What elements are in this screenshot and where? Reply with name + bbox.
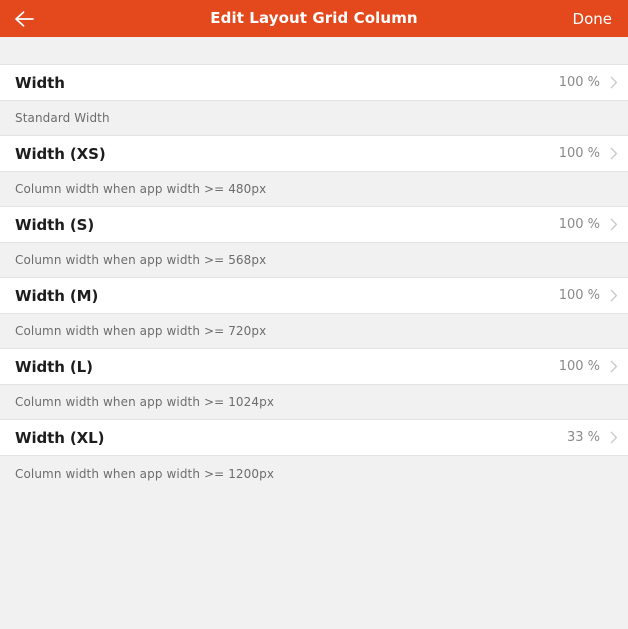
chevron-right-icon [609,431,618,445]
done-button[interactable]: Done [571,8,614,30]
chevron-right-icon [609,147,618,161]
setting-description: Column width when app width >= 1200px [0,456,628,491]
setting-label: Width (S) [15,215,95,234]
setting-description-text: Column width when app width >= 568px [15,253,267,267]
setting-description: Column width when app width >= 1024px [0,385,628,420]
setting-description-text: Standard Width [15,111,110,125]
setting-description-text: Column width when app width >= 480px [15,182,267,196]
setting-row-width[interactable]: Width 100 % [0,65,628,101]
setting-description: Standard Width [0,101,628,136]
chevron-right-icon [609,360,618,374]
list-top-spacer [0,37,628,65]
settings-scroll-area[interactable]: Width 100 % Standard Width Width (XS) 10… [0,37,628,629]
page-title: Edit Layout Grid Column [210,9,418,27]
list-bottom-spacer [0,491,628,629]
setting-value: 100 % [558,217,600,232]
setting-label: Width [15,73,65,92]
setting-value: 100 % [558,146,600,161]
chevron-right-icon [609,289,618,303]
app-header: Edit Layout Grid Column Done [0,0,628,37]
setting-value: 33 % [566,430,600,445]
setting-row-width-l[interactable]: Width (L) 100 % [0,349,628,385]
setting-row-width-xl[interactable]: Width (XL) 33 % [0,420,628,456]
setting-label: Width (L) [15,357,93,376]
setting-row-width-xs[interactable]: Width (XS) 100 % [0,136,628,172]
setting-label: Width (XL) [15,428,105,447]
setting-label: Width (M) [15,286,99,305]
setting-description: Column width when app width >= 480px [0,172,628,207]
setting-description-text: Column width when app width >= 1024px [15,395,275,409]
setting-value: 100 % [558,359,600,374]
setting-description: Column width when app width >= 568px [0,243,628,278]
layout-grid-column-settings-list: Width 100 % Standard Width Width (XS) 10… [0,65,628,491]
chevron-right-icon [609,76,618,90]
setting-row-width-m[interactable]: Width (M) 100 % [0,278,628,314]
setting-description: Column width when app width >= 720px [0,314,628,349]
setting-description-text: Column width when app width >= 720px [15,324,267,338]
back-arrow-icon[interactable] [14,6,40,32]
chevron-right-icon [609,218,618,232]
setting-value: 100 % [558,288,600,303]
setting-row-width-s[interactable]: Width (S) 100 % [0,207,628,243]
setting-value: 100 % [558,75,600,90]
setting-label: Width (XS) [15,144,106,163]
setting-description-text: Column width when app width >= 1200px [15,466,275,481]
